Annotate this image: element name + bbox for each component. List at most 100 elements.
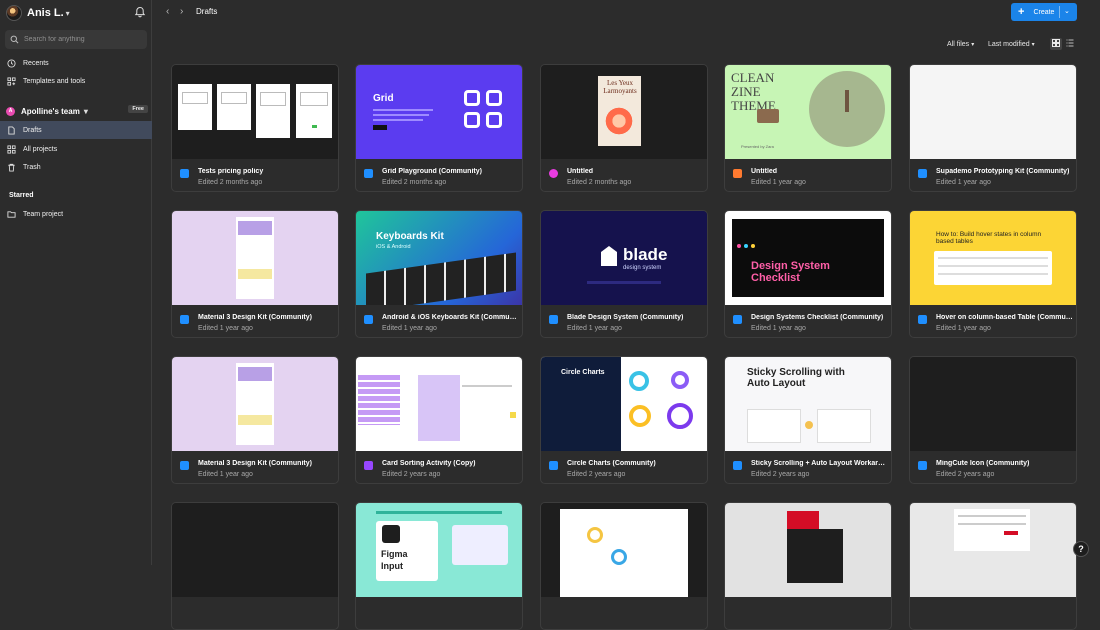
file-card[interactable]: Material 3 Design Kit (Community) Edited… bbox=[171, 356, 339, 484]
list-view-toggle[interactable] bbox=[1064, 38, 1076, 50]
design-file-icon bbox=[918, 315, 927, 324]
file-thumbnail bbox=[910, 357, 1076, 451]
design-file-icon bbox=[918, 169, 927, 178]
file-card[interactable]: MingCute Icon (Community) Edited 2 years… bbox=[909, 356, 1077, 484]
nav-templates-label: Templates and tools bbox=[23, 77, 86, 85]
help-button[interactable]: ? bbox=[1073, 541, 1089, 557]
file-thumbnail: Circle Charts bbox=[541, 357, 707, 451]
file-thumbnail: Design System Checklist bbox=[725, 211, 891, 305]
file-card[interactable]: Tests pricing policy Edited 2 months ago bbox=[171, 64, 339, 192]
file-edited-time: Edited 2 years ago bbox=[567, 471, 626, 478]
thumbnail-title: How to: Build hover states in column bas… bbox=[936, 231, 1042, 245]
file-thumbnail bbox=[910, 503, 1076, 597]
thumbnail-title: Keyboards Kit bbox=[376, 231, 444, 242]
nav-team-project-label: Team project bbox=[23, 210, 64, 218]
design-file-icon bbox=[364, 169, 373, 178]
file-title: Untitled bbox=[751, 168, 778, 175]
file-card[interactable]: How to: Build hover states in column bas… bbox=[909, 210, 1077, 338]
design-file-icon bbox=[918, 461, 927, 470]
all-files-filter[interactable]: All files ▾ bbox=[947, 38, 974, 50]
back-arrow-icon[interactable]: ‹ bbox=[166, 6, 176, 18]
file-thumbnail bbox=[541, 503, 707, 597]
team-avatar-icon: A bbox=[6, 106, 15, 116]
file-title: Blade Design System (Community) bbox=[567, 314, 684, 321]
file-title: Material 3 Design Kit (Community) bbox=[198, 460, 312, 467]
design-file-icon bbox=[180, 315, 189, 324]
file-card[interactable]: CLEAN ZINE THEME Presented by Zara Untit… bbox=[724, 64, 892, 192]
thumbnail-subtitle: iOS & Android bbox=[376, 244, 411, 250]
sidebar: Anis L. ▾ Recents Templates and tools A … bbox=[0, 0, 152, 565]
search-bar[interactable] bbox=[5, 30, 147, 49]
chevron-down-icon: ▾ bbox=[83, 106, 88, 116]
file-title: Grid Playground (Community) bbox=[382, 168, 482, 175]
starred-heading: Starred bbox=[9, 192, 34, 199]
team-switcher[interactable]: A Apolline's team ▾ Free bbox=[6, 104, 148, 118]
file-card[interactable] bbox=[171, 502, 339, 630]
file-card[interactable]: Keyboards Kit iOS & Android Android & iO… bbox=[355, 210, 523, 338]
nav-trash-label: Trash bbox=[23, 163, 41, 171]
notifications-bell-icon[interactable] bbox=[134, 6, 146, 18]
file-thumbnail bbox=[725, 503, 891, 597]
file-card[interactable]: Circle Charts Circle Charts (Community) … bbox=[540, 356, 708, 484]
nav-team-project[interactable]: Team project bbox=[0, 205, 152, 223]
file-card[interactable]: Material 3 Design Kit (Community) Edited… bbox=[171, 210, 339, 338]
breadcrumb: Drafts bbox=[196, 7, 218, 16]
grid-view-toggle[interactable] bbox=[1050, 38, 1062, 50]
forward-arrow-icon[interactable]: › bbox=[180, 6, 190, 18]
button-divider bbox=[1059, 6, 1060, 18]
last-modified-label: Last modified bbox=[988, 40, 1030, 48]
file-title: Untitled bbox=[567, 168, 594, 175]
grid-icon bbox=[7, 144, 16, 154]
file-card[interactable]: Card Sorting Activity (Copy) Edited 2 ye… bbox=[355, 356, 523, 484]
file-card[interactable]: Grid Grid Playground (Community) Edited … bbox=[355, 64, 523, 192]
search-icon bbox=[10, 35, 19, 44]
file-title: Design Systems Checklist (Community) bbox=[751, 314, 884, 321]
file-edited-time: Edited 1 year ago bbox=[567, 325, 622, 332]
nav-recents-label: Recents bbox=[23, 59, 49, 67]
design-file-icon bbox=[549, 461, 558, 470]
nav-drafts[interactable]: Drafts bbox=[0, 121, 152, 139]
file-thumbnail: CLEAN ZINE THEME Presented by Zara bbox=[725, 65, 891, 159]
file-edited-time: Edited 1 year ago bbox=[751, 325, 806, 332]
file-card[interactable]: blade design system Blade Design System … bbox=[540, 210, 708, 338]
question-mark-icon: ? bbox=[1078, 544, 1084, 554]
file-card[interactable]: Les Yeux Larmoyants Untitled Edited 2 mo… bbox=[540, 64, 708, 192]
file-card[interactable]: Sticky Scrolling with Auto Layout Sticky… bbox=[724, 356, 892, 484]
file-thumbnail bbox=[172, 211, 338, 305]
file-card[interactable]: Supademo Prototyping Kit (Community) Edi… bbox=[909, 64, 1077, 192]
nav-trash[interactable]: Trash bbox=[0, 158, 152, 176]
nav-recents[interactable]: Recents bbox=[0, 54, 152, 72]
design-file-icon bbox=[364, 315, 373, 324]
file-card[interactable]: Design System Checklist Design Systems C… bbox=[724, 210, 892, 338]
file-card[interactable]: Figma Input bbox=[355, 502, 523, 630]
nav-templates[interactable]: Templates and tools bbox=[0, 72, 152, 90]
file-thumbnail: Grid bbox=[356, 65, 522, 159]
file-thumbnail: Figma Input bbox=[356, 503, 522, 597]
design-file-icon bbox=[733, 315, 742, 324]
team-name: Apolline's team bbox=[21, 106, 80, 116]
trash-icon bbox=[7, 163, 16, 172]
nav-all-projects[interactable]: All projects bbox=[0, 140, 152, 158]
file-card[interactable] bbox=[909, 502, 1077, 630]
file-card[interactable] bbox=[724, 502, 892, 630]
slides-file-icon bbox=[733, 169, 742, 178]
nav-all-projects-label: All projects bbox=[23, 145, 58, 153]
file-edited-time: Edited 1 year ago bbox=[198, 471, 253, 478]
thumbnail-title: Sticky Scrolling with Auto Layout bbox=[747, 367, 845, 389]
grid-view-icon bbox=[1052, 38, 1060, 50]
file-edited-time: Edited 2 years ago bbox=[751, 471, 810, 478]
file-card[interactable] bbox=[540, 502, 708, 630]
file-thumbnail bbox=[910, 65, 1076, 159]
list-view-icon bbox=[1066, 38, 1074, 50]
file-title: MingCute Icon (Community) bbox=[936, 460, 1030, 467]
file-title: Material 3 Design Kit (Community) bbox=[198, 314, 312, 321]
file-edited-time: Edited 2 months ago bbox=[382, 179, 447, 186]
account-menu[interactable]: Anis L. ▾ bbox=[6, 4, 146, 22]
chevron-down-icon[interactable]: ⌄ bbox=[1064, 7, 1070, 15]
thumbnail-title: Grid bbox=[373, 93, 394, 104]
file-edited-time: Edited 1 year ago bbox=[936, 325, 991, 332]
sort-filter[interactable]: Last modified ▾ bbox=[988, 38, 1035, 50]
search-input[interactable] bbox=[24, 36, 134, 43]
create-button[interactable]: + Create ⌄ bbox=[1011, 3, 1077, 21]
file-edited-time: Edited 2 years ago bbox=[936, 471, 995, 478]
